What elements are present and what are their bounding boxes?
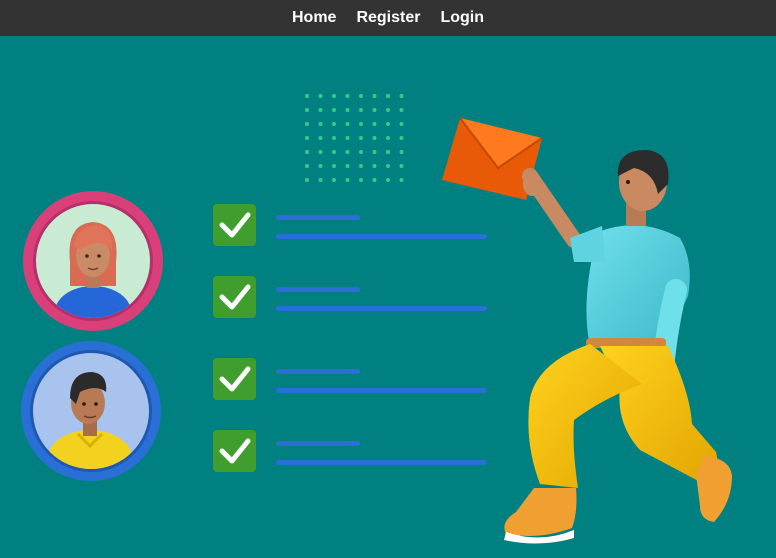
checklist-item [213,276,487,318]
placeholder-line-short [276,369,360,374]
nav-login-link[interactable]: Login [440,9,484,27]
checkbox-icon [213,204,256,246]
grid-dot [399,136,404,140]
grid-dot [386,136,390,140]
grid-dot [305,178,309,182]
grid-dot [359,122,363,126]
grid-dot [345,94,350,98]
checkbox-icon [213,358,256,400]
grid-dot [372,178,377,182]
grid-dot [386,122,390,126]
grid-dot [372,164,377,168]
nav-home-link[interactable]: Home [292,9,336,27]
grid-dot [318,108,323,112]
grid-dot [386,150,390,154]
grid-dot [305,150,309,154]
man-avatar-icon [21,341,161,481]
grid-dot [399,164,404,168]
top-navbar: Home Register Login [0,0,776,36]
grid-dot [399,122,404,126]
man-with-envelope-icon [442,117,732,544]
grid-dot [332,122,336,126]
woman-avatar-icon [23,191,163,331]
grid-dot [372,108,377,112]
placeholder-line-short [276,441,360,446]
grid-dot [305,136,309,140]
grid-dot [372,150,377,154]
grid-dot [359,108,363,112]
grid-dot [399,178,404,182]
checkbox-icon [213,276,256,318]
checklist-item [213,430,487,472]
grid-dot [332,94,336,98]
grid-dot [359,178,363,182]
grid-dot [399,94,404,98]
grid-dot [372,122,377,126]
grid-dot [332,136,336,140]
checklist-item [213,204,487,246]
grid-dot [359,136,363,140]
grid-dot [399,150,404,154]
placeholder-line-long [276,388,487,393]
grid-dot [345,178,350,182]
grid-dot [386,178,390,182]
grid-dot [359,150,363,154]
grid-dot [318,150,323,154]
grid-dot [345,164,350,168]
grid-dot [318,94,323,98]
checklist-item [213,358,487,400]
checkbox-icon [213,430,256,472]
placeholder-line-long [276,234,487,239]
grid-dot [372,94,377,98]
placeholder-line-long [276,306,487,311]
grid-dot [305,164,309,168]
grid-dot [345,122,350,126]
grid-dot [345,108,350,112]
grid-dot [386,164,390,168]
grid-dot [318,178,323,182]
checklist [213,204,487,472]
grid-dot [332,150,336,154]
grid-dot [318,136,323,140]
illustration-canvas [21,94,732,544]
grid-dot [332,164,336,168]
grid-dot [372,136,377,140]
grid-dot [386,108,390,112]
placeholder-line-short [276,287,360,292]
grid-dot [305,94,309,98]
grid-dot [386,94,390,98]
grid-dot [318,164,323,168]
grid-dot [345,136,350,140]
grid-dot [305,122,309,126]
grid-dot [359,94,363,98]
placeholder-line-short [276,215,360,220]
dot-grid-decoration [305,94,404,182]
grid-dot [332,108,336,112]
grid-dot [318,122,323,126]
grid-dot [345,150,350,154]
nav-register-link[interactable]: Register [356,9,420,27]
grid-dot [305,108,309,112]
grid-dot [332,178,336,182]
hero-illustration [0,36,776,558]
placeholder-line-long [276,460,487,465]
grid-dot [359,164,363,168]
grid-dot [399,108,404,112]
